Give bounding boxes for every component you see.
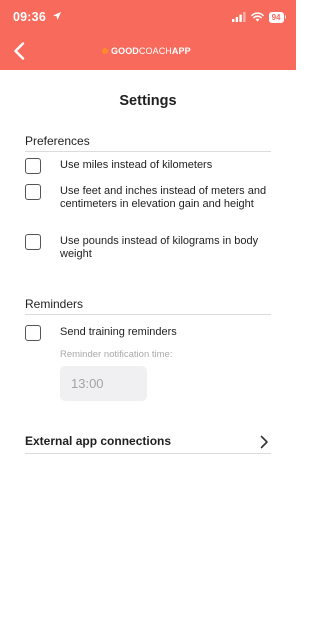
send-reminders-row[interactable]: Send training reminders xyxy=(25,325,271,341)
preference-miles-label: Use miles instead of kilometers xyxy=(60,159,213,171)
reminder-time-label: Reminder notification time: xyxy=(60,349,173,360)
preference-pounds-checkbox[interactable] xyxy=(25,234,41,250)
signal-icon xyxy=(231,12,246,22)
reminder-time-input[interactable] xyxy=(60,366,147,401)
status-indicators: 94 xyxy=(231,10,286,24)
back-chevron-icon xyxy=(14,42,25,60)
app-header: 09:36 94 GOODCOACHAPP xyxy=(0,0,296,70)
logo-text-good: GOOD xyxy=(111,46,139,56)
preference-miles-checkbox[interactable] xyxy=(25,158,41,174)
preference-feet-label: Use feet and inches instead of meters an… xyxy=(60,185,267,210)
preference-pounds-row[interactable]: Use pounds instead of kilograms in body … xyxy=(25,234,271,261)
location-arrow-icon xyxy=(53,12,61,20)
send-reminders-checkbox[interactable] xyxy=(25,325,41,341)
logo-text-app: APP xyxy=(171,46,191,56)
chevron-right-icon xyxy=(260,435,268,449)
external-app-connections-label: External app connections xyxy=(25,434,172,448)
preference-feet-row[interactable]: Use feet and inches instead of meters an… xyxy=(25,184,271,211)
preference-feet-checkbox[interactable] xyxy=(25,184,41,200)
logo-text-coach: COACH xyxy=(138,46,172,56)
external-app-connections-row[interactable]: External app connections xyxy=(25,434,271,454)
page-title: Settings xyxy=(119,93,177,109)
status-time: 09:36 xyxy=(13,10,46,24)
app-logo: GOODCOACHAPP xyxy=(102,45,191,57)
logo-mark-icon xyxy=(102,48,108,54)
battery-icon: 94 xyxy=(268,11,286,23)
preference-pounds-label: Use pounds instead of kilograms in body … xyxy=(60,235,259,260)
send-reminders-label: Send training reminders xyxy=(60,326,177,338)
reminders-heading: Reminders xyxy=(25,297,271,315)
wifi-icon xyxy=(250,12,264,22)
preferences-heading: Preferences xyxy=(25,134,271,152)
preference-miles-row[interactable]: Use miles instead of kilometers xyxy=(25,158,271,174)
battery-level: 94 xyxy=(268,11,284,23)
back-button[interactable] xyxy=(10,40,28,62)
